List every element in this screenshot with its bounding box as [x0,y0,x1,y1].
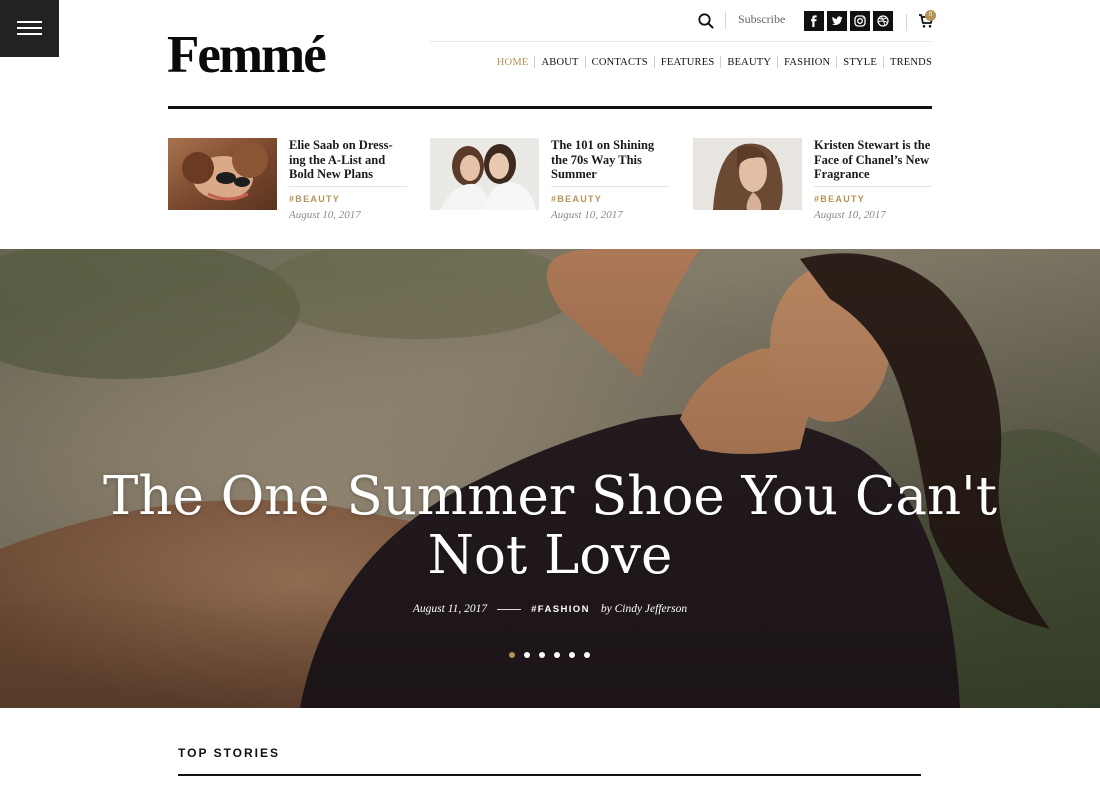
hero-tag[interactable]: #FASHION [531,604,590,615]
nav-item-about[interactable]: ABOUT [535,57,584,68]
post-date: August 10, 2017 [814,209,886,221]
featured-post[interactable]: Elie Saab on Dress-ing the A-List and Bo… [168,138,409,221]
nav-item-style[interactable]: STYLE [837,57,883,68]
hero-slider[interactable]: The One Summer Shoe You Can't Not Love A… [0,249,1100,708]
section-rule [178,774,921,776]
post-thumbnail[interactable] [430,138,539,210]
hero-author[interactable]: by Cindy Jefferson [601,603,687,615]
hero-meta: August 11, 2017 #FASHION by Cindy Jeffer… [0,603,1100,615]
post-tag[interactable]: #BEAUTY [814,194,865,204]
post-date: August 10, 2017 [551,209,623,221]
utility-divider [906,14,907,31]
cart-count-badge: 0 [925,10,936,21]
post-divider [289,186,407,187]
slider-dot[interactable] [569,652,575,658]
post-date: August 10, 2017 [289,209,361,221]
nav-item-trends[interactable]: TRENDS [884,57,932,68]
nav-item-home[interactable]: HOME [491,57,535,68]
post-tag[interactable]: #BEAUTY [289,194,340,204]
slider-pagination [509,652,590,658]
hamburger-icon-bar [17,27,42,29]
post-thumbnail[interactable] [168,138,277,210]
nav-item-beauty[interactable]: BEAUTY [721,57,777,68]
post-divider [551,186,669,187]
hero-title[interactable]: The One Summer Shoe You Can't Not Love [50,467,1050,585]
slider-dot[interactable] [539,652,545,658]
instagram-icon[interactable] [850,11,870,31]
header-rule [168,106,932,109]
slider-dot[interactable] [524,652,530,658]
menu-toggle-button[interactable] [0,0,59,57]
post-title[interactable]: Kristen Stewart is the Face of Chanel’s … [814,138,934,182]
featured-post[interactable]: The 101 on Shining the 70s Way This Summ… [430,138,671,221]
main-nav: HOME ABOUT CONTACTS FEATURES BEAUTY FASH… [491,56,932,68]
subscribe-link[interactable]: Subscribe [738,12,785,27]
section-title-top-stories: TOP STORIES [178,746,281,760]
slider-dot[interactable] [584,652,590,658]
slider-dot[interactable] [554,652,560,658]
post-tag[interactable]: #BEAUTY [551,194,602,204]
nav-item-fashion[interactable]: FASHION [778,57,836,68]
post-divider [814,186,932,187]
post-title[interactable]: Elie Saab on Dress-ing the A-List and Bo… [289,138,409,182]
header-divider [430,41,932,42]
nav-item-contacts[interactable]: CONTACTS [586,57,654,68]
site-logo[interactable]: Femmé [167,24,327,86]
hamburger-icon-bar [17,21,42,23]
nav-item-features[interactable]: FEATURES [655,57,721,68]
meta-dash [497,608,522,610]
utility-divider [725,12,726,29]
facebook-icon[interactable] [804,11,824,31]
post-thumbnail[interactable] [693,138,802,210]
slider-dot[interactable] [509,652,515,658]
hamburger-icon-bar [17,33,42,35]
featured-post[interactable]: Kristen Stewart is the Face of Chanel’s … [693,138,934,221]
twitter-icon[interactable] [827,11,847,31]
hero-date: August 11, 2017 [412,603,488,615]
post-title[interactable]: The 101 on Shining the 70s Way This Summ… [551,138,671,182]
search-icon[interactable] [697,12,715,30]
dribbble-icon[interactable] [873,11,893,31]
